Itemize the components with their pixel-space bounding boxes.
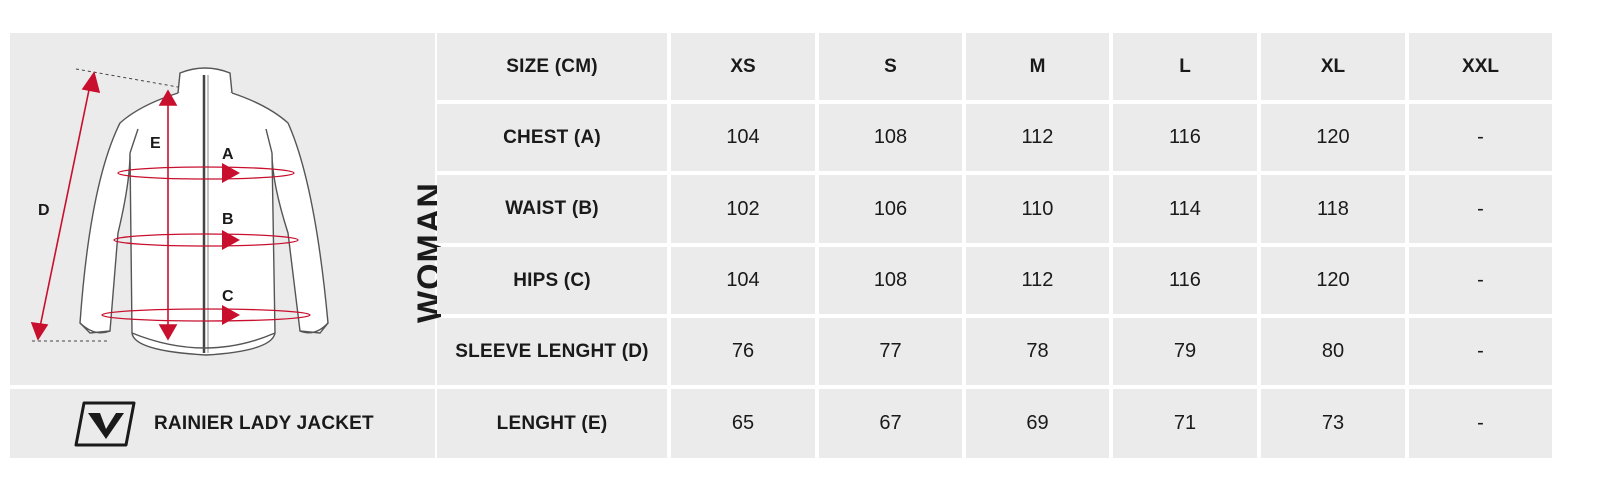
table-cell: - xyxy=(1409,318,1552,385)
table-cell: - xyxy=(1409,104,1552,171)
jacket-diagram: A B C D E xyxy=(30,67,329,356)
row-label-waist: WAIST (B) xyxy=(437,175,667,243)
table-cell: 104 xyxy=(671,104,815,171)
table-cell: 106 xyxy=(819,175,962,243)
table-cell: 71 xyxy=(1113,389,1257,458)
label-b: B xyxy=(222,211,234,228)
row-label-hips: HIPS (C) xyxy=(437,247,667,314)
table-cell: 112 xyxy=(966,104,1109,171)
row-label-sleeve: SLEEVE LENGHT (D) xyxy=(437,318,667,385)
table-cell: 65 xyxy=(671,389,815,458)
table-cell: 78 xyxy=(966,318,1109,385)
label-e: E xyxy=(150,135,161,152)
table-cell: 108 xyxy=(819,247,962,314)
label-a: A xyxy=(222,146,234,163)
table-cell: 108 xyxy=(819,104,962,171)
table-cell: 120 xyxy=(1261,247,1405,314)
product-name: RAINIER LADY JACKET xyxy=(154,412,374,434)
size-header-xl: XL xyxy=(1261,33,1405,100)
size-header-xxl: XXL xyxy=(1409,33,1552,100)
size-header-s: S xyxy=(819,33,962,100)
table-cell: 80 xyxy=(1261,318,1405,385)
row-label-length: LENGHT (E) xyxy=(437,389,667,458)
table-cell: 69 xyxy=(966,389,1109,458)
label-c: C xyxy=(222,288,234,305)
table-cell: 116 xyxy=(1113,247,1257,314)
jacket-figure-panel: A B C D E WOMAN xyxy=(10,33,449,385)
table-cell: 76 xyxy=(671,318,815,385)
table-cell: 67 xyxy=(819,389,962,458)
table-cell: 104 xyxy=(671,247,815,314)
table-cell: 73 xyxy=(1261,389,1405,458)
brand-logo-icon xyxy=(74,401,136,446)
table-cell: - xyxy=(1409,389,1552,458)
row-label-chest: CHEST (A) xyxy=(437,104,667,171)
size-header-l: L xyxy=(1113,33,1257,100)
label-d: D xyxy=(38,202,50,219)
table-cell: 102 xyxy=(671,175,815,243)
table-cell: 79 xyxy=(1113,318,1257,385)
table-cell: - xyxy=(1409,175,1552,243)
table-cell: - xyxy=(1409,247,1552,314)
table-cell: 118 xyxy=(1261,175,1405,243)
table-cell: 110 xyxy=(966,175,1109,243)
product-name-cell: RAINIER LADY JACKET xyxy=(10,389,435,458)
size-header-label: SIZE (CM) xyxy=(437,33,667,100)
table-cell: 120 xyxy=(1261,104,1405,171)
table-cell: 116 xyxy=(1113,104,1257,171)
size-header-m: M xyxy=(966,33,1109,100)
size-header-xs: XS xyxy=(671,33,815,100)
table-cell: 77 xyxy=(819,318,962,385)
table-cell: 112 xyxy=(966,247,1109,314)
table-cell: 114 xyxy=(1113,175,1257,243)
